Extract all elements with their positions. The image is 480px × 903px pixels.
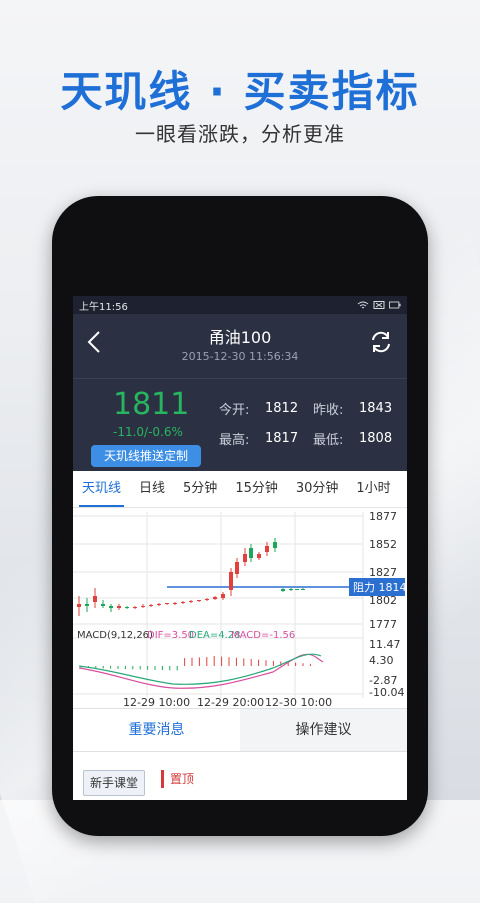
tab-1hour[interactable]: 1小时 <box>347 471 399 507</box>
price-tick: 1852 <box>369 538 397 551</box>
candle-body <box>149 605 153 606</box>
open-label: 今开: <box>219 402 250 418</box>
tab-important-news[interactable]: 重要消息 <box>73 709 240 751</box>
candle-body <box>117 606 121 608</box>
macd-tick: 4.30 <box>369 654 394 667</box>
push-custom-button[interactable]: 天玑线推送定制 <box>91 445 201 467</box>
candle-body <box>249 548 253 558</box>
candle-body <box>165 603 169 604</box>
promo-subline: 一眼看涨跌，分析更准 <box>135 122 345 146</box>
macd-title: MACD(9,12,26) <box>77 630 153 641</box>
x-tick: 12-29 10:00 <box>123 696 190 708</box>
status-time: 上午11:56 <box>79 301 128 313</box>
x-tick: 12-29 20:00 <box>197 696 264 708</box>
price-tick: 1777 <box>369 618 397 631</box>
candle-body <box>141 606 145 607</box>
quote-panel: 1811 -11.0/-0.6% 天玑线推送定制 今开: 1812 昨收: 18… <box>73 378 407 471</box>
quote-datetime: 2015-12-30 11:56:34 <box>181 350 299 363</box>
low-label: 最低: <box>313 432 344 448</box>
high-value: 1817 <box>265 430 299 446</box>
price-tick: 1877 <box>369 510 397 523</box>
candle-body <box>173 603 177 604</box>
candle-body <box>197 600 201 601</box>
candle-body <box>301 589 305 590</box>
candle-body <box>77 604 81 607</box>
price-change: -11.0/-0.6% <box>113 425 183 439</box>
refresh-icon[interactable] <box>367 328 395 356</box>
candle-body <box>133 607 137 608</box>
candle-body <box>221 594 225 598</box>
candle-body <box>273 542 277 548</box>
prev-close-label: 昨收: <box>313 402 344 418</box>
candle-body <box>235 562 239 574</box>
period-tabs: 天玑线 日线 5分钟 15分钟 30分钟 1小时 <box>73 471 407 508</box>
candle-body <box>205 599 209 600</box>
tab-15min[interactable]: 15分钟 <box>226 471 287 507</box>
candle-body <box>265 546 269 552</box>
resistance-label: 阻力 1814 <box>353 581 407 594</box>
candlesticks <box>77 538 305 616</box>
candle-body <box>229 572 233 590</box>
status-bar: 上午11:56 <box>73 296 407 314</box>
prev-close-value: 1843 <box>359 400 393 416</box>
candle-body <box>101 604 105 606</box>
x-tick: 12-30 10:00 <box>265 696 332 708</box>
macd-histogram <box>80 656 311 671</box>
macd-tick: 11.47 <box>369 638 401 651</box>
instrument-title: 甬油100 <box>208 328 272 347</box>
nav-bar: 甬油100 2015-12-30 11:56:34 <box>73 314 407 378</box>
open-value: 1812 <box>265 400 299 416</box>
candle-body <box>181 602 185 603</box>
wifi-icon <box>357 301 369 309</box>
candle-body <box>93 596 97 602</box>
pinned-tag: 置顶 <box>161 770 194 788</box>
candle-body <box>289 589 293 590</box>
dea-line <box>78 653 322 685</box>
candle-body <box>213 597 217 599</box>
candle-body <box>189 601 193 602</box>
macd-dif: DIF=3.50 <box>147 630 194 641</box>
quote-stats: 今开: 1812 昨收: 1843 最高: 1817 最低: 1808 <box>219 393 407 453</box>
tab-daily[interactable]: 日线 <box>130 471 174 507</box>
newbie-class-button[interactable]: 新手课堂 <box>83 770 146 796</box>
price-tick: 1827 <box>369 566 397 579</box>
tab-30min[interactable]: 30分钟 <box>287 471 348 507</box>
candle-body <box>157 604 161 605</box>
promo-headline: 天玑线 · 买卖指标 <box>60 67 420 116</box>
tab-trade-advice[interactable]: 操作建议 <box>240 709 407 751</box>
candle-body <box>257 554 261 558</box>
tab-tianji[interactable]: 天玑线 <box>73 471 130 507</box>
candle-body <box>281 589 285 591</box>
last-price: 1811 <box>113 387 190 422</box>
macd-tick: -10.04 <box>369 686 404 699</box>
candle-body <box>109 606 113 608</box>
battery-icon <box>389 301 401 309</box>
app-screen: 上午11:56 甬油100 2015-12-30 11:56:34 1811 -… <box>73 296 407 800</box>
macd-value: MACD=-1.56 <box>231 630 295 641</box>
news-section: 新手课堂 置顶 <box>73 752 407 800</box>
info-tabs: 重要消息 操作建议 <box>73 708 407 752</box>
candle-body <box>125 607 129 608</box>
candle-body <box>85 604 89 606</box>
kline-chart[interactable]: 1877 1852 1827 1802 1777 阻力 1814 MACD(9,… <box>73 508 407 708</box>
candle-body <box>243 554 247 562</box>
kline-svg: 1877 1852 1827 1802 1777 阻力 1814 MACD(9,… <box>73 510 407 708</box>
tab-5min[interactable]: 5分钟 <box>174 471 226 507</box>
low-value: 1808 <box>359 430 393 446</box>
candle-body <box>295 589 299 590</box>
high-label: 最高: <box>219 432 250 448</box>
signal-icon <box>373 301 385 309</box>
chart-grid <box>73 512 364 698</box>
